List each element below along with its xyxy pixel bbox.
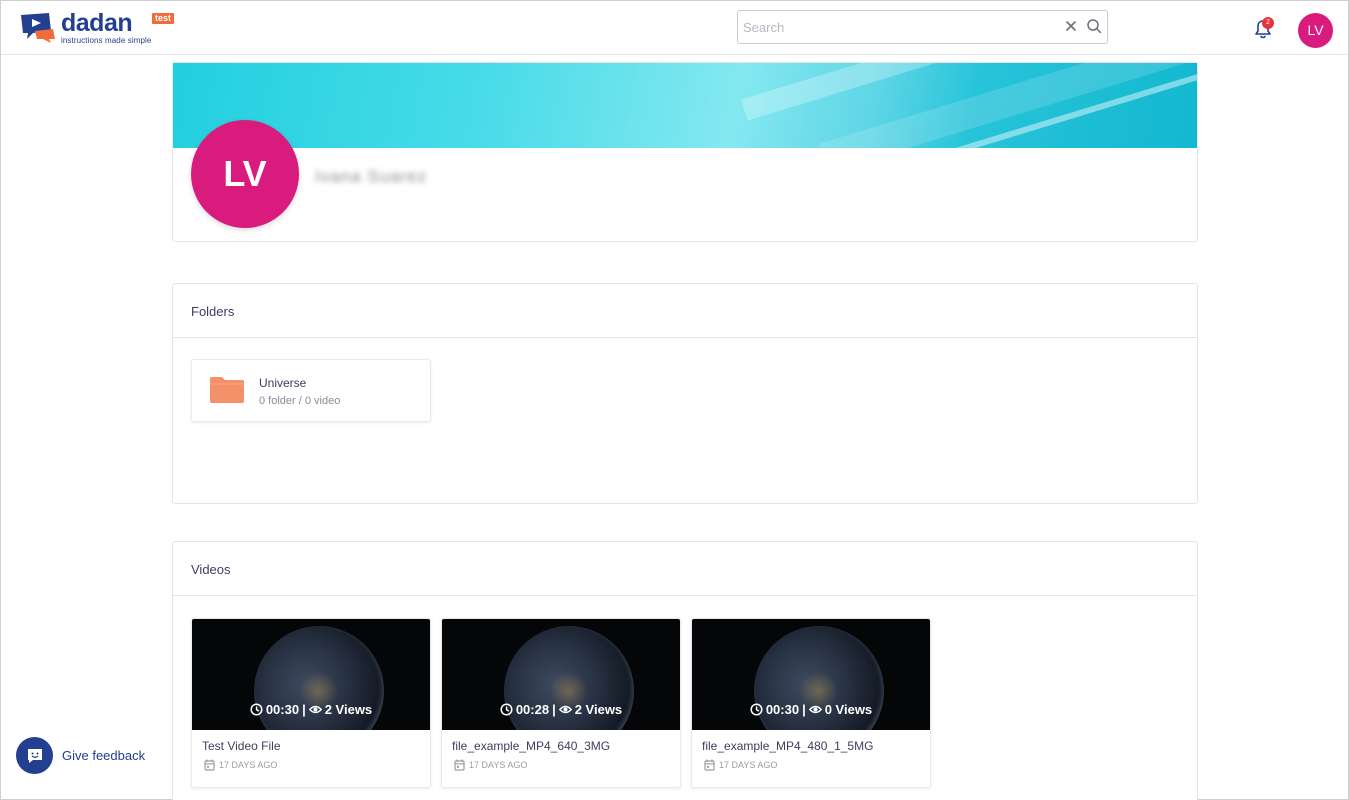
video-stats: 00:28 | 2 Views [442, 702, 680, 717]
video-card[interactable]: 00:30 | 0 Views file_example_MP4_480_1_5… [691, 618, 931, 788]
video-title[interactable]: file_example_MP4_480_1_5MG [702, 739, 873, 753]
calendar-icon [204, 759, 215, 771]
eye-icon [808, 705, 822, 714]
calendar-icon [704, 759, 715, 771]
clock-icon [750, 703, 763, 716]
profile-avatar: LV [191, 120, 299, 228]
video-duration: 00:30 [765, 702, 800, 717]
video-duration: 00:28 [515, 702, 550, 717]
clear-icon[interactable] [1064, 19, 1078, 33]
video-title[interactable]: file_example_MP4_640_3MG [452, 739, 610, 753]
folder-icon [210, 377, 244, 403]
profile-card: LV Ivana Suarez [172, 62, 1198, 242]
dadan-logo[interactable]: dadan test instructions made simple [19, 9, 175, 45]
video-stats: 00:30 | 2 Views [192, 702, 430, 717]
folders-section: Folders Universe 0 folder / 0 video [172, 283, 1198, 504]
profile-banner [173, 63, 1197, 148]
divider [173, 337, 1197, 338]
logo-tagline: instructions made simple [61, 36, 152, 45]
video-date: 17 DAYS AGO [204, 759, 277, 771]
video-views: 0 Views [824, 702, 873, 717]
feedback-bubble[interactable] [16, 737, 53, 774]
user-avatar[interactable]: LV [1298, 13, 1333, 48]
video-stats: 00:30 | 0 Views [692, 702, 930, 717]
video-thumbnail[interactable]: 00:28 | 2 Views [442, 619, 680, 730]
videos-section: Videos 00:30 | 2 Views Test Video File 1… [172, 541, 1198, 800]
calendar-icon [454, 759, 465, 771]
search-icon[interactable] [1086, 18, 1102, 34]
folder-meta: 0 folder / 0 video [259, 395, 341, 407]
video-card[interactable]: 00:30 | 2 Views Test Video File 17 DAYS … [191, 618, 431, 788]
profile-name: Ivana Suarez [315, 167, 428, 186]
feedback-label[interactable]: Give feedback [62, 748, 145, 763]
logo-wordmark: dadan [61, 9, 133, 37]
clock-icon [500, 703, 513, 716]
video-thumbnail[interactable]: 00:30 | 0 Views [692, 619, 930, 730]
video-title[interactable]: Test Video File [202, 739, 281, 753]
search-box [737, 10, 1108, 44]
folder-name: Universe [259, 376, 307, 390]
divider [173, 595, 1197, 596]
chat-smile-icon [27, 748, 42, 763]
top-bar: dadan test instructions made simple 2 LV [1, 1, 1348, 55]
video-date: 17 DAYS AGO [704, 759, 777, 771]
folders-title: Folders [191, 304, 235, 319]
logo-env-badge: test [152, 13, 175, 24]
logo-icon [21, 13, 55, 43]
video-card[interactable]: 00:28 | 2 Views file_example_MP4_640_3MG… [441, 618, 681, 788]
give-feedback-button[interactable]: Give feedback [16, 737, 145, 774]
eye-icon [558, 705, 572, 714]
video-views: 2 Views [574, 702, 623, 717]
eye-icon [308, 705, 322, 714]
video-thumbnail[interactable]: 00:30 | 2 Views [192, 619, 430, 730]
video-date: 17 DAYS AGO [454, 759, 527, 771]
videos-title: Videos [191, 562, 231, 577]
clock-icon [250, 703, 263, 716]
notification-badge: 2 [1262, 17, 1274, 29]
folder-tile[interactable]: Universe 0 folder / 0 video [191, 359, 431, 422]
video-duration: 00:30 [265, 702, 300, 717]
video-views: 2 Views [324, 702, 373, 717]
search-input[interactable] [738, 11, 1048, 43]
